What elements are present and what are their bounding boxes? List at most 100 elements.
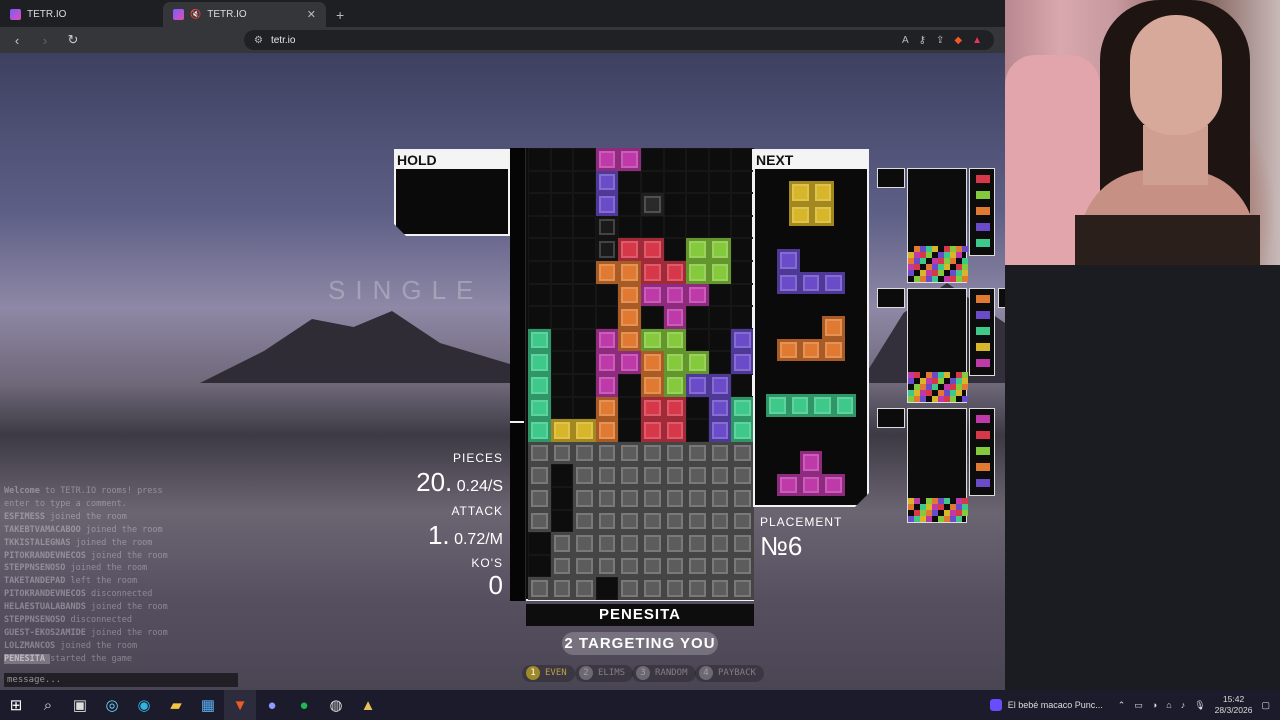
share-icon[interactable]: ⇪ [936, 35, 944, 46]
garbage-block [686, 487, 709, 510]
opponent-board[interactable] [907, 288, 968, 403]
url-field[interactable]: ⚙ tetr.io A ⚷ ⇪ ◆ ▲ [244, 30, 994, 50]
password-icon[interactable]: ⚷ [919, 35, 926, 46]
site-info-icon[interactable]: ⚙ [254, 35, 263, 46]
opponent-board[interactable] [907, 408, 968, 523]
forward-icon[interactable]: › [36, 33, 54, 48]
mino-block [595, 238, 619, 261]
board-cell [708, 170, 732, 194]
strategy-number: 2 [579, 666, 593, 680]
strategy-button-payback[interactable]: 4 PAYBACK [695, 665, 764, 682]
garbage-block [573, 509, 596, 533]
board-cell [528, 193, 551, 216]
garbage-meter [510, 148, 526, 601]
garbage-block [595, 532, 619, 555]
brave-rewards-icon[interactable]: ▲ [972, 35, 982, 46]
app-icon[interactable]: ▲ [352, 690, 384, 720]
garbage-block [641, 532, 664, 555]
chat-message: LOLZMANCOS joined the room [4, 640, 244, 653]
obs-icon[interactable]: ◍ [320, 690, 352, 720]
opponent-block [950, 258, 956, 264]
next-piece-block [777, 249, 800, 272]
browser-tab-active[interactable]: 🔇 TETR.IO ✕ [163, 2, 326, 27]
garbage-block [550, 577, 574, 600]
spotify-icon[interactable]: ● [288, 690, 320, 720]
pieces-rate: 0.24/S [456, 478, 503, 495]
board-cell [573, 283, 596, 307]
garbage-block [708, 464, 732, 487]
clock[interactable]: 15:42 28/3/2026 [1215, 694, 1253, 716]
new-tab-button[interactable]: + [326, 2, 354, 27]
file-explorer-icon[interactable]: ▰ [160, 690, 192, 720]
board-cell [731, 238, 754, 261]
mino-block [686, 351, 709, 374]
mino-block [663, 396, 687, 420]
chat-text: joined the room [91, 550, 168, 561]
mino-block [618, 328, 641, 352]
board-cell [528, 532, 551, 555]
opponent-block [962, 396, 968, 402]
opponent-block [962, 510, 968, 516]
garbage-block [686, 577, 709, 600]
browser-tab[interactable]: TETR.IO [0, 2, 163, 27]
mino-block [595, 148, 619, 171]
opponent-next-piece [976, 239, 990, 247]
opponent-block [944, 372, 950, 378]
board-cell [708, 148, 732, 171]
close-tab-icon[interactable]: ✕ [307, 8, 316, 21]
system-tray: El bebé macaco Punc... ⌃ ▭ ◑ ⌂ ♪ 🎙 15:42… [989, 690, 1280, 720]
board-cell [595, 306, 619, 329]
board-cell [573, 170, 596, 194]
brave-shield-icon[interactable]: ◆ [954, 35, 962, 46]
opponent-block [938, 378, 944, 384]
mino-block [641, 193, 664, 216]
garbage-block [528, 487, 551, 510]
chat-username: HELAESTUALABANDS [4, 602, 91, 613]
mino-block [731, 419, 754, 442]
tray-chevron-icon[interactable]: ⌃ [1118, 700, 1126, 711]
mino-block [595, 328, 619, 352]
garbage-block [641, 487, 664, 510]
board-cell [731, 215, 754, 239]
opponent-block [950, 396, 956, 402]
volume-icon[interactable]: ♪ [1181, 700, 1186, 710]
mute-icon[interactable]: 🔇 [190, 9, 201, 20]
edge-icon[interactable]: ◉ [128, 690, 160, 720]
opponent-next-queue [969, 288, 995, 376]
brave-icon[interactable]: ▼ [224, 690, 256, 720]
mino-block [708, 396, 732, 420]
garbage-block [731, 441, 754, 465]
store-icon[interactable]: ▦ [192, 690, 224, 720]
garbage-block [641, 577, 664, 600]
strategy-button-random[interactable]: 3 RANDOM [632, 665, 696, 682]
translate-icon[interactable]: A [902, 35, 909, 46]
mino-block [528, 328, 551, 352]
pieces-label: PIECES [452, 451, 503, 465]
copilot-icon[interactable]: ◎ [96, 690, 128, 720]
tray-app-icon[interactable]: ▭ [1134, 700, 1143, 711]
microphone-icon[interactable]: 🎙 [1194, 700, 1205, 711]
chat-input[interactable]: message... [4, 673, 238, 687]
discord-icon[interactable]: ● [256, 690, 288, 720]
media-widget[interactable]: El bebé macaco Punc... [989, 699, 1103, 711]
chat-text: joined the room [70, 563, 148, 574]
mino-block [686, 283, 709, 307]
back-icon[interactable]: ‹ [8, 33, 26, 48]
start-icon[interactable]: ⊞ [0, 690, 32, 720]
next-piece-block [834, 394, 857, 417]
task-view-icon[interactable]: ▣ [64, 690, 96, 720]
mino-block [686, 238, 709, 261]
board-cell [528, 554, 551, 578]
garbage-block [686, 554, 709, 578]
reload-icon[interactable]: ↻ [64, 32, 82, 48]
network-icon[interactable]: ⌂ [1166, 700, 1171, 710]
notifications-icon[interactable]: ▢ [1261, 700, 1270, 711]
opponent-board[interactable] [907, 168, 968, 283]
search-icon[interactable]: ⌕ [32, 690, 64, 720]
tray-volume-app-icon[interactable]: ◑ [1152, 700, 1157, 710]
board-cell [573, 238, 596, 261]
strategy-button-even[interactable]: 1 EVEN [522, 665, 575, 682]
board-cell [708, 193, 732, 216]
pieces-count: 20. [416, 467, 453, 497]
strategy-button-elims[interactable]: 2 ELIMS [575, 665, 634, 682]
